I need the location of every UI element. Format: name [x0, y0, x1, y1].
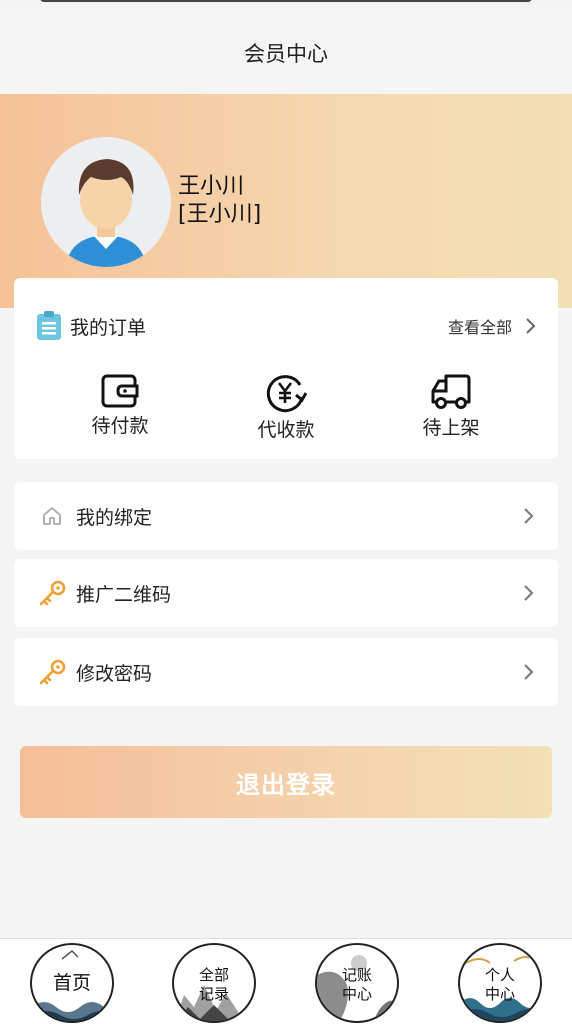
menu-my-binding[interactable]: 我的绑定 — [14, 482, 558, 550]
tab-label: 个人 — [484, 966, 515, 984]
avatar[interactable] — [41, 137, 171, 267]
order-pending-shelf[interactable]: 待上架 — [381, 373, 521, 440]
tab-label: 记录 — [198, 985, 229, 1003]
orders-card: 我的订单 查看全部 待付款 代收款 待上架 — [14, 278, 558, 459]
tab-accounting-center[interactable]: 记账 中心 — [315, 943, 399, 1023]
wallet-icon — [101, 374, 139, 408]
truck-icon — [431, 374, 471, 409]
chevron-right-icon — [524, 585, 534, 601]
page-title: 会员中心 — [244, 42, 328, 66]
menu-change-password[interactable]: 修改密码 — [14, 638, 558, 706]
order-collecting[interactable]: 代收款 — [216, 373, 356, 442]
menu-label: 我的绑定 — [76, 506, 153, 529]
tab-all-records[interactable]: 全部 记录 — [172, 943, 256, 1023]
key-icon — [38, 579, 66, 607]
bottom-tabbar: 首页 全部 记录 记账 中心 个人 中心 — [0, 938, 572, 1024]
order-item-label: 待付款 — [91, 415, 149, 437]
menu-label: 修改密码 — [76, 662, 153, 685]
order-pending-payment[interactable]: 待付款 — [50, 373, 190, 438]
tab-label: 中心 — [341, 985, 372, 1003]
order-item-label: 待上架 — [422, 417, 480, 439]
order-item-label: 代收款 — [257, 419, 315, 441]
orders-title: 我的订单 — [70, 316, 147, 339]
menu-label: 推广二维码 — [76, 583, 172, 606]
view-all-link[interactable]: 查看全部 — [448, 314, 536, 338]
user-alias: [王小川] — [178, 202, 262, 227]
view-all-label: 查看全部 — [447, 318, 512, 337]
menu-promo-qrcode[interactable]: 推广二维码 — [14, 559, 558, 627]
chevron-right-icon — [524, 664, 534, 680]
chevron-right-icon — [524, 508, 534, 524]
header: 会员中心 — [0, 12, 572, 94]
home-icon — [38, 502, 66, 530]
tab-personal-center[interactable]: 个人 中心 — [458, 943, 542, 1023]
tab-label: 首页 — [52, 972, 91, 994]
top-handle — [40, 0, 532, 2]
yen-refresh-icon — [266, 375, 307, 413]
tab-label: 全部 — [198, 966, 229, 984]
tab-label: 记账 — [341, 966, 372, 984]
tab-home[interactable]: 首页 — [30, 943, 114, 1023]
logout-button[interactable]: 退出登录 — [20, 746, 552, 818]
orders-header[interactable]: 我的订单 查看全部 — [14, 278, 558, 374]
avatar-icon — [41, 137, 171, 267]
user-name: 王小川 — [178, 174, 245, 199]
chevron-right-icon — [526, 318, 536, 334]
key-icon — [38, 658, 66, 686]
clipboard-icon — [37, 311, 61, 340]
tab-label: 中心 — [484, 985, 515, 1003]
